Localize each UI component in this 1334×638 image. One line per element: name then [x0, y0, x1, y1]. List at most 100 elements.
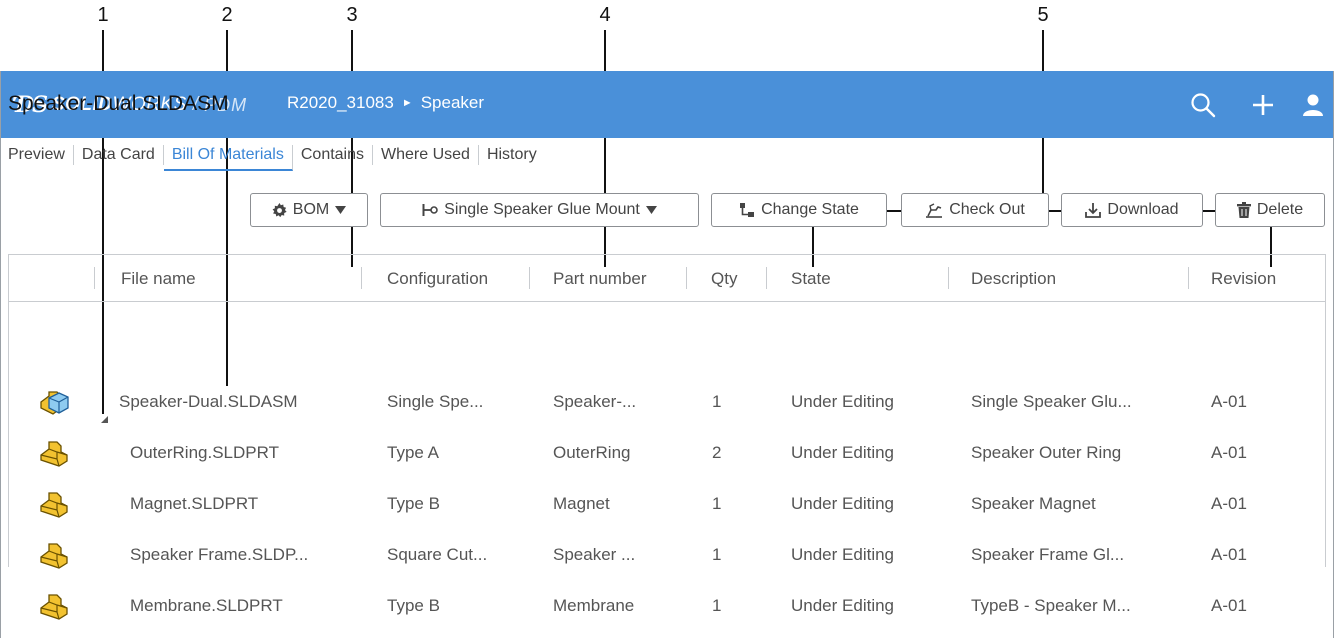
caret-down-icon — [335, 206, 347, 214]
cell-file-name: Magnet.SLDPRT — [130, 494, 259, 513]
column-divider[interactable] — [686, 267, 687, 289]
callout-3: 3 — [346, 4, 358, 26]
callout-5: 5 — [1037, 4, 1049, 26]
tab-preview[interactable]: Preview — [8, 145, 74, 165]
column-divider[interactable] — [361, 267, 362, 289]
plus-icon — [1253, 94, 1273, 115]
bom-label: BOM — [292, 201, 330, 218]
cell-state: Under Editing — [791, 596, 895, 615]
column-header-qty[interactable]: Qty — [711, 255, 737, 302]
part-icon — [40, 492, 68, 518]
check-out-label: Check Out — [949, 201, 1025, 218]
cell-revision: A-01 — [1211, 392, 1247, 411]
cell-file-name: Membrane.SLDPRT — [130, 596, 283, 615]
delete-button[interactable]: Delete — [1215, 193, 1325, 227]
callout-4: 4 — [599, 4, 611, 26]
search-icon — [1191, 92, 1216, 117]
table-row[interactable]: Magnet.SLDPRT Type B Magnet 1 Under Edit… — [9, 478, 1325, 529]
user-button[interactable] — [1293, 71, 1333, 138]
assembly-icon — [40, 391, 69, 415]
tab-where-used[interactable]: Where Used — [373, 145, 479, 165]
change-state-label: Change State — [761, 201, 859, 218]
cell-state: Under Editing — [791, 392, 895, 411]
column-header-configuration[interactable]: Configuration — [387, 255, 488, 302]
user-icon — [1303, 94, 1323, 116]
delete-label: Delete — [1256, 201, 1304, 218]
bom-dropdown-button[interactable]: BOM — [250, 193, 368, 227]
column-header-part-number[interactable]: Part number — [553, 255, 647, 302]
table-row[interactable]: Speaker-Dual.SLDASM Single Spe... Speake… — [9, 376, 1325, 427]
table-header: File name Configuration Part number Qty … — [9, 255, 1325, 302]
cell-revision: A-01 — [1211, 443, 1247, 462]
top-actions — [1173, 71, 1333, 138]
tab-data-card[interactable]: Data Card — [74, 145, 164, 165]
cell-configuration: Type B — [387, 596, 440, 615]
configuration-label: Single Speaker Glue Mount — [444, 201, 640, 218]
cell-state: Under Editing — [791, 494, 895, 513]
download-button[interactable]: Download — [1061, 193, 1203, 227]
column-divider[interactable] — [766, 267, 767, 289]
check-out-button[interactable]: Check Out — [901, 193, 1049, 227]
cell-part-number: Magnet — [553, 494, 610, 513]
configuration-dropdown-button[interactable]: Single Speaker Glue Mount — [380, 193, 699, 227]
breadcrumb: R2020_31083 ► Speaker — [287, 93, 484, 113]
cell-state: Under Editing — [791, 443, 895, 462]
page: 1 2 3 4 5 ƊS SOLIDWORKS / PDM R2020_3108… — [0, 0, 1334, 638]
cell-revision: A-01 — [1211, 596, 1247, 615]
cell-revision: A-01 — [1211, 494, 1247, 513]
bom-table: File name Configuration Part number Qty … — [8, 254, 1326, 620]
cell-part-number: Speaker ... — [553, 545, 636, 564]
change-state-button[interactable]: Change State — [711, 193, 887, 227]
cell-part-number: Membrane — [553, 596, 635, 615]
search-button[interactable] — [1173, 71, 1233, 138]
cell-configuration: Type A — [387, 443, 439, 462]
download-icon — [1085, 203, 1102, 218]
tab-bill-of-materials[interactable]: Bill Of Materials — [163, 145, 293, 171]
cell-configuration: Square Cut... — [387, 545, 488, 564]
cell-file-name: Speaker-Dual.SLDASM — [119, 392, 298, 411]
cell-configuration: Type B — [387, 494, 440, 513]
add-button[interactable] — [1233, 71, 1293, 138]
cell-description: TypeB - Speaker M... — [971, 596, 1131, 615]
cell-description: Speaker Magnet — [971, 494, 1096, 513]
breadcrumb-vault[interactable]: R2020_31083 — [287, 93, 394, 113]
table-row[interactable]: Speaker Frame.SLDP... Square Cut... Spea… — [9, 529, 1325, 580]
cell-state: Under Editing — [791, 545, 895, 564]
cell-qty: 1 — [712, 596, 722, 615]
column-header-revision[interactable]: Revision — [1211, 255, 1276, 302]
cell-file-name: OuterRing.SLDPRT — [130, 443, 279, 462]
cell-qty: 1 — [712, 494, 722, 513]
callout-1: 1 — [97, 4, 109, 26]
table-row[interactable]: OuterRing.SLDPRT Type A OuterRing 2 Unde… — [9, 427, 1325, 478]
caret-down-icon — [645, 206, 657, 214]
part-icon — [40, 543, 68, 569]
page-title: Speaker-Dual.SLDASM — [8, 92, 229, 115]
download-label: Download — [1107, 201, 1179, 218]
cell-part-number: Speaker-... — [553, 392, 637, 411]
cell-qty: 1 — [712, 392, 722, 411]
expand-collapse-icon[interactable] — [101, 416, 108, 423]
tab-contains[interactable]: Contains — [293, 145, 374, 165]
table-row[interactable]: Membrane.SLDPRT Type B Membrane 1 Under … — [9, 580, 1325, 631]
column-divider[interactable] — [94, 267, 95, 289]
tab-history[interactable]: History — [479, 145, 545, 165]
configuration-icon — [422, 204, 438, 216]
cell-description: Speaker Frame Gl... — [971, 545, 1125, 564]
column-header-state[interactable]: State — [791, 255, 831, 302]
column-header-file-name[interactable]: File name — [121, 255, 196, 302]
column-divider[interactable] — [1188, 267, 1189, 289]
part-icon — [40, 441, 68, 467]
cell-configuration: Single Spe... — [387, 392, 484, 411]
column-header-description[interactable]: Description — [971, 255, 1056, 302]
check-out-icon — [926, 203, 943, 218]
cell-description: Speaker Outer Ring — [971, 443, 1122, 462]
cell-revision: A-01 — [1211, 545, 1247, 564]
callout-2: 2 — [221, 4, 233, 26]
column-divider[interactable] — [948, 267, 949, 289]
workflow-icon — [740, 203, 755, 217]
column-divider[interactable] — [529, 267, 530, 289]
cell-file-name: Speaker Frame.SLDP... — [130, 545, 309, 564]
cell-qty: 2 — [712, 443, 722, 462]
gear-icon — [272, 202, 287, 217]
breadcrumb-folder[interactable]: Speaker — [421, 93, 484, 113]
